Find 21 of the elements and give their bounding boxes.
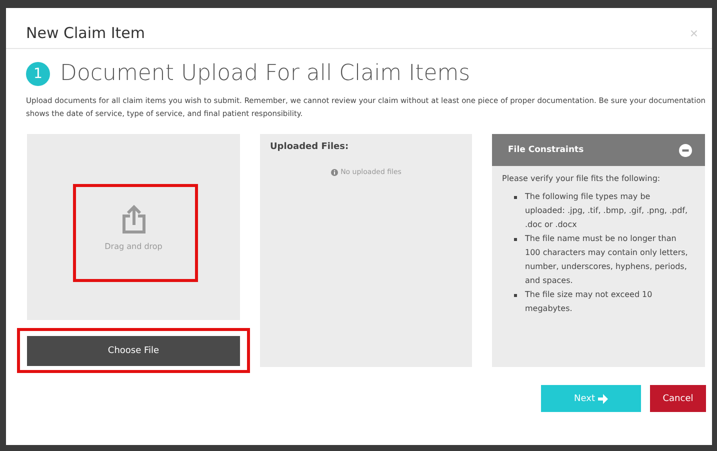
constraint-text: The file size may not exceed 10 megabytes. (525, 289, 654, 315)
info-icon (330, 168, 338, 176)
cancel-button[interactable]: Cancel (650, 385, 706, 412)
bullet-icon (514, 294, 517, 297)
panel-title: Uploaded Files: (270, 142, 349, 152)
panel-title: File Constraints (508, 145, 584, 155)
step-number: 1 (26, 62, 50, 86)
upload-icon (120, 204, 146, 234)
constraints-header[interactable]: File Constraints (492, 134, 705, 166)
collapse-icon[interactable] (679, 144, 692, 156)
drop-label: Drag and drop (104, 242, 162, 250)
constraint-text: The following file types may be uploaded: .jpg, .tif, .bmp, .gif, .png, .pdf, .doc or .docx (525, 191, 689, 231)
arrow-right-icon (598, 394, 608, 404)
choose-file-button[interactable]: Choose File (27, 336, 240, 366)
bullet-icon (514, 196, 517, 199)
step-heading: Document Upload For all Claim Items (60, 61, 470, 86)
drop-zone[interactable]: Drag and drop (27, 134, 240, 320)
constraint-text: The file name must be no longer than 100 characters may contain only letters, number, underscores, hyphens, periods, and spaces. (525, 233, 689, 287)
bullet-icon (514, 238, 517, 241)
dialog-title: New Claim Item (26, 24, 146, 42)
constraints-intro: Please verify your file fits the following: (502, 173, 662, 185)
